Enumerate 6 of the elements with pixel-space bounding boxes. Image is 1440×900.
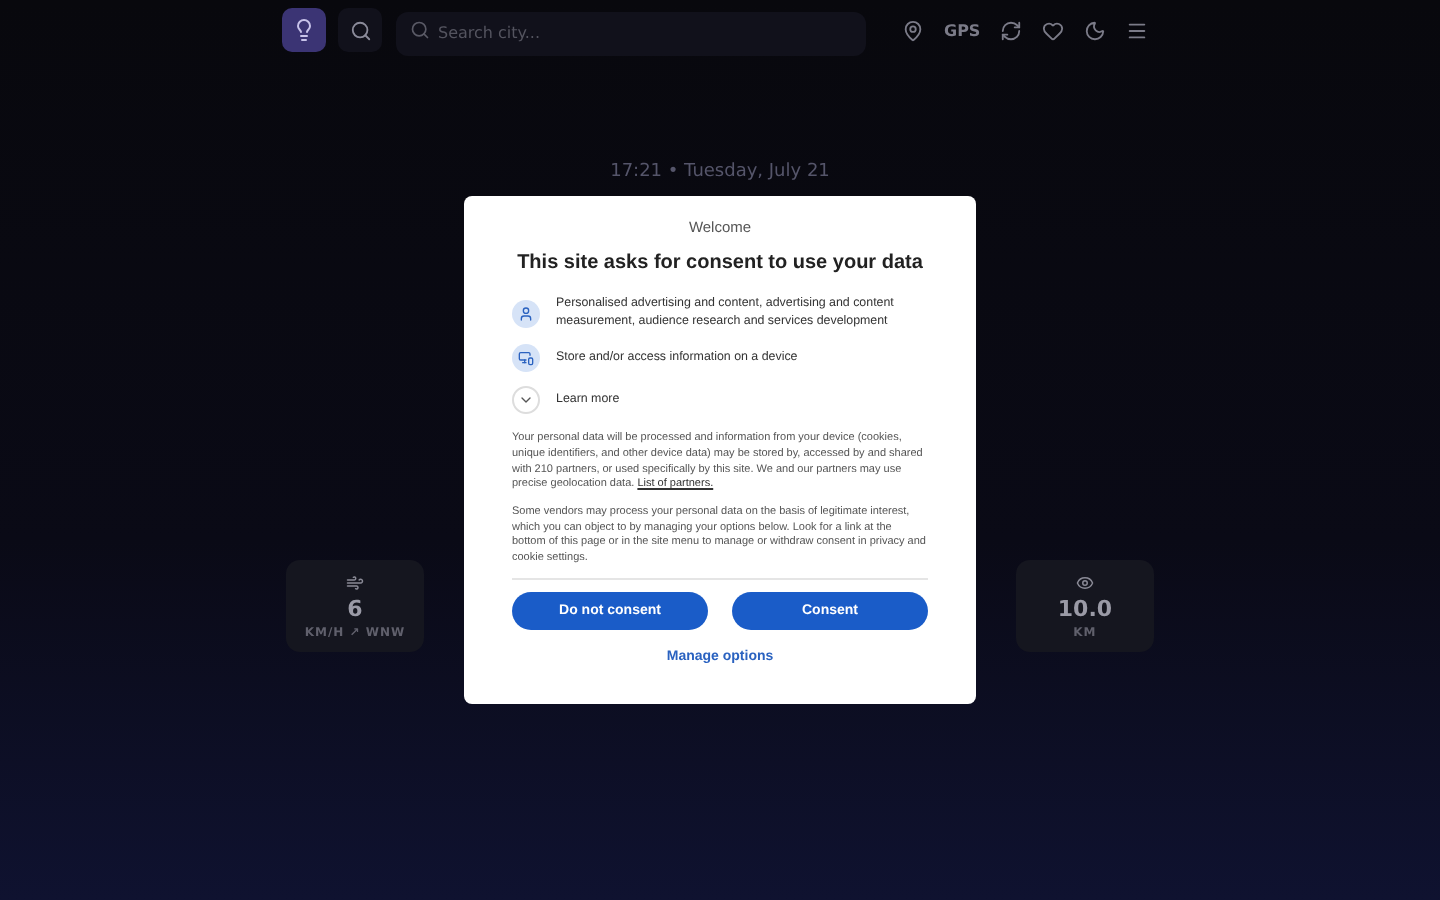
gps-button[interactable]: GPS xyxy=(944,21,981,39)
search-field[interactable]: Search city... xyxy=(396,11,866,55)
stat-value: 10.0 xyxy=(1057,595,1113,621)
dialog-title: This site asks for consent to use your data xyxy=(515,252,925,274)
date-time: 17:21 • Tuesday, July 21 xyxy=(608,162,832,182)
stat-value: 6 xyxy=(347,595,363,621)
